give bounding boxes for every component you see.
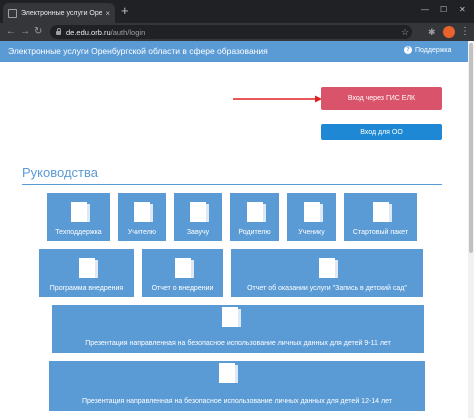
- site-title: Электронные услуги Оренбургской области …: [8, 46, 268, 56]
- document-icon: [319, 258, 338, 278]
- puzzle-icon[interactable]: ✱: [428, 26, 436, 38]
- guide-tile-label: Презентация направленная на безопасное и…: [82, 398, 392, 405]
- guide-tile-rollout-report[interactable]: Отчет о внедрении: [142, 249, 223, 297]
- minimize-icon[interactable]: —: [421, 5, 429, 15]
- url-host: de.edu.orb.ru: [66, 27, 111, 37]
- page-favicon-icon: [8, 8, 17, 18]
- url-text: de.edu.orb.ru/auth/login: [66, 28, 145, 37]
- document-icon: [174, 258, 194, 278]
- help-icon: ?: [404, 46, 412, 54]
- document-icon: [303, 202, 323, 222]
- document-icon: [134, 202, 153, 222]
- browser-tab[interactable]: Электронные услуги Оренбургск ×: [3, 3, 115, 23]
- tab-close-icon[interactable]: ×: [105, 9, 110, 18]
- document-icon: [246, 202, 266, 222]
- maximize-icon[interactable]: ☐: [440, 5, 447, 15]
- guide-tile-label: Программа внедрения: [49, 285, 124, 292]
- browser-toolbar: ← → ↻ de.edu.orb.ru/auth/login ☆ ✱ ⋮: [0, 23, 474, 41]
- guide-tile-teacher[interactable]: Учителю: [118, 193, 166, 241]
- document-icon: [222, 307, 241, 327]
- profile-avatar[interactable]: [443, 26, 455, 38]
- guide-tile-label: Учителю: [127, 229, 157, 236]
- address-bar[interactable]: de.edu.orb.ru/auth/login: [50, 25, 412, 39]
- oo-login-button[interactable]: Вход для ОО: [321, 124, 442, 140]
- browser-tab-bar: Электронные услуги Оренбургск × + — ☐ ✕: [0, 0, 474, 23]
- url-path: /auth/login: [110, 27, 146, 37]
- document-icon: [78, 258, 98, 278]
- guide-tile-kindergarten-report[interactable]: Отчет об оказании услуги "Запись в детск…: [231, 249, 423, 297]
- page-scrollbar[interactable]: [468, 41, 474, 418]
- page-content: Электронные услуги Оренбургской области …: [0, 41, 474, 418]
- site-header: Электронные услуги Оренбургской области …: [0, 41, 468, 62]
- pointer-arrow-icon: [233, 95, 322, 103]
- support-link[interactable]: ? Поддержка: [404, 46, 452, 54]
- back-icon[interactable]: ←: [6, 26, 16, 38]
- tab-title: Электронные услуги Оренбургск: [21, 9, 103, 17]
- document-icon: [219, 363, 238, 383]
- guide-tile-label: Ученику: [298, 229, 325, 236]
- guide-tile-starter-pack[interactable]: Стартовый пакет: [344, 193, 417, 241]
- section-divider: [22, 184, 442, 185]
- guide-tile-label: Стартовый пакет: [352, 229, 409, 236]
- lock-icon: [56, 28, 61, 35]
- reload-icon[interactable]: ↻: [34, 26, 42, 38]
- document-icon: [372, 202, 392, 222]
- guide-tile-techsupport[interactable]: Техподдержка: [47, 193, 110, 241]
- close-window-icon[interactable]: ✕: [459, 5, 466, 15]
- guide-tile-label: Презентация направленная на безопасное и…: [85, 340, 391, 347]
- scrollbar-thumb[interactable]: [469, 43, 473, 253]
- guide-tile-rollout-program[interactable]: Программа внедрения: [39, 249, 134, 297]
- guide-tile-student[interactable]: Ученику: [287, 193, 336, 241]
- guide-tile-headteacher[interactable]: Завучу: [174, 193, 222, 241]
- menu-icon[interactable]: ⋮: [460, 25, 470, 38]
- guide-tile-presentation-12-14[interactable]: Презентация направленная на безопасное и…: [49, 361, 425, 411]
- guide-tile-presentation-9-11[interactable]: Презентация направленная на безопасное и…: [52, 305, 424, 353]
- guide-tile-label: Завучу: [186, 229, 210, 236]
- esia-login-button[interactable]: Вход через ГИС ЕЛК: [321, 87, 442, 110]
- star-icon[interactable]: ☆: [401, 26, 409, 38]
- forward-icon[interactable]: →: [20, 26, 30, 38]
- guide-tile-label: Родителю: [238, 229, 271, 236]
- document-icon: [70, 202, 90, 222]
- guide-tile-parent[interactable]: Родителю: [230, 193, 279, 241]
- guide-tile-label: Отчет об оказании услуги "Запись в детск…: [247, 285, 407, 292]
- support-label: Поддержка: [415, 46, 452, 54]
- document-icon: [190, 202, 209, 222]
- guide-tile-label: Техподдержка: [55, 229, 102, 236]
- guides-heading: Руководства: [22, 165, 98, 180]
- new-tab-button[interactable]: +: [121, 4, 129, 18]
- guide-tile-label: Отчет о внедрении: [151, 285, 214, 292]
